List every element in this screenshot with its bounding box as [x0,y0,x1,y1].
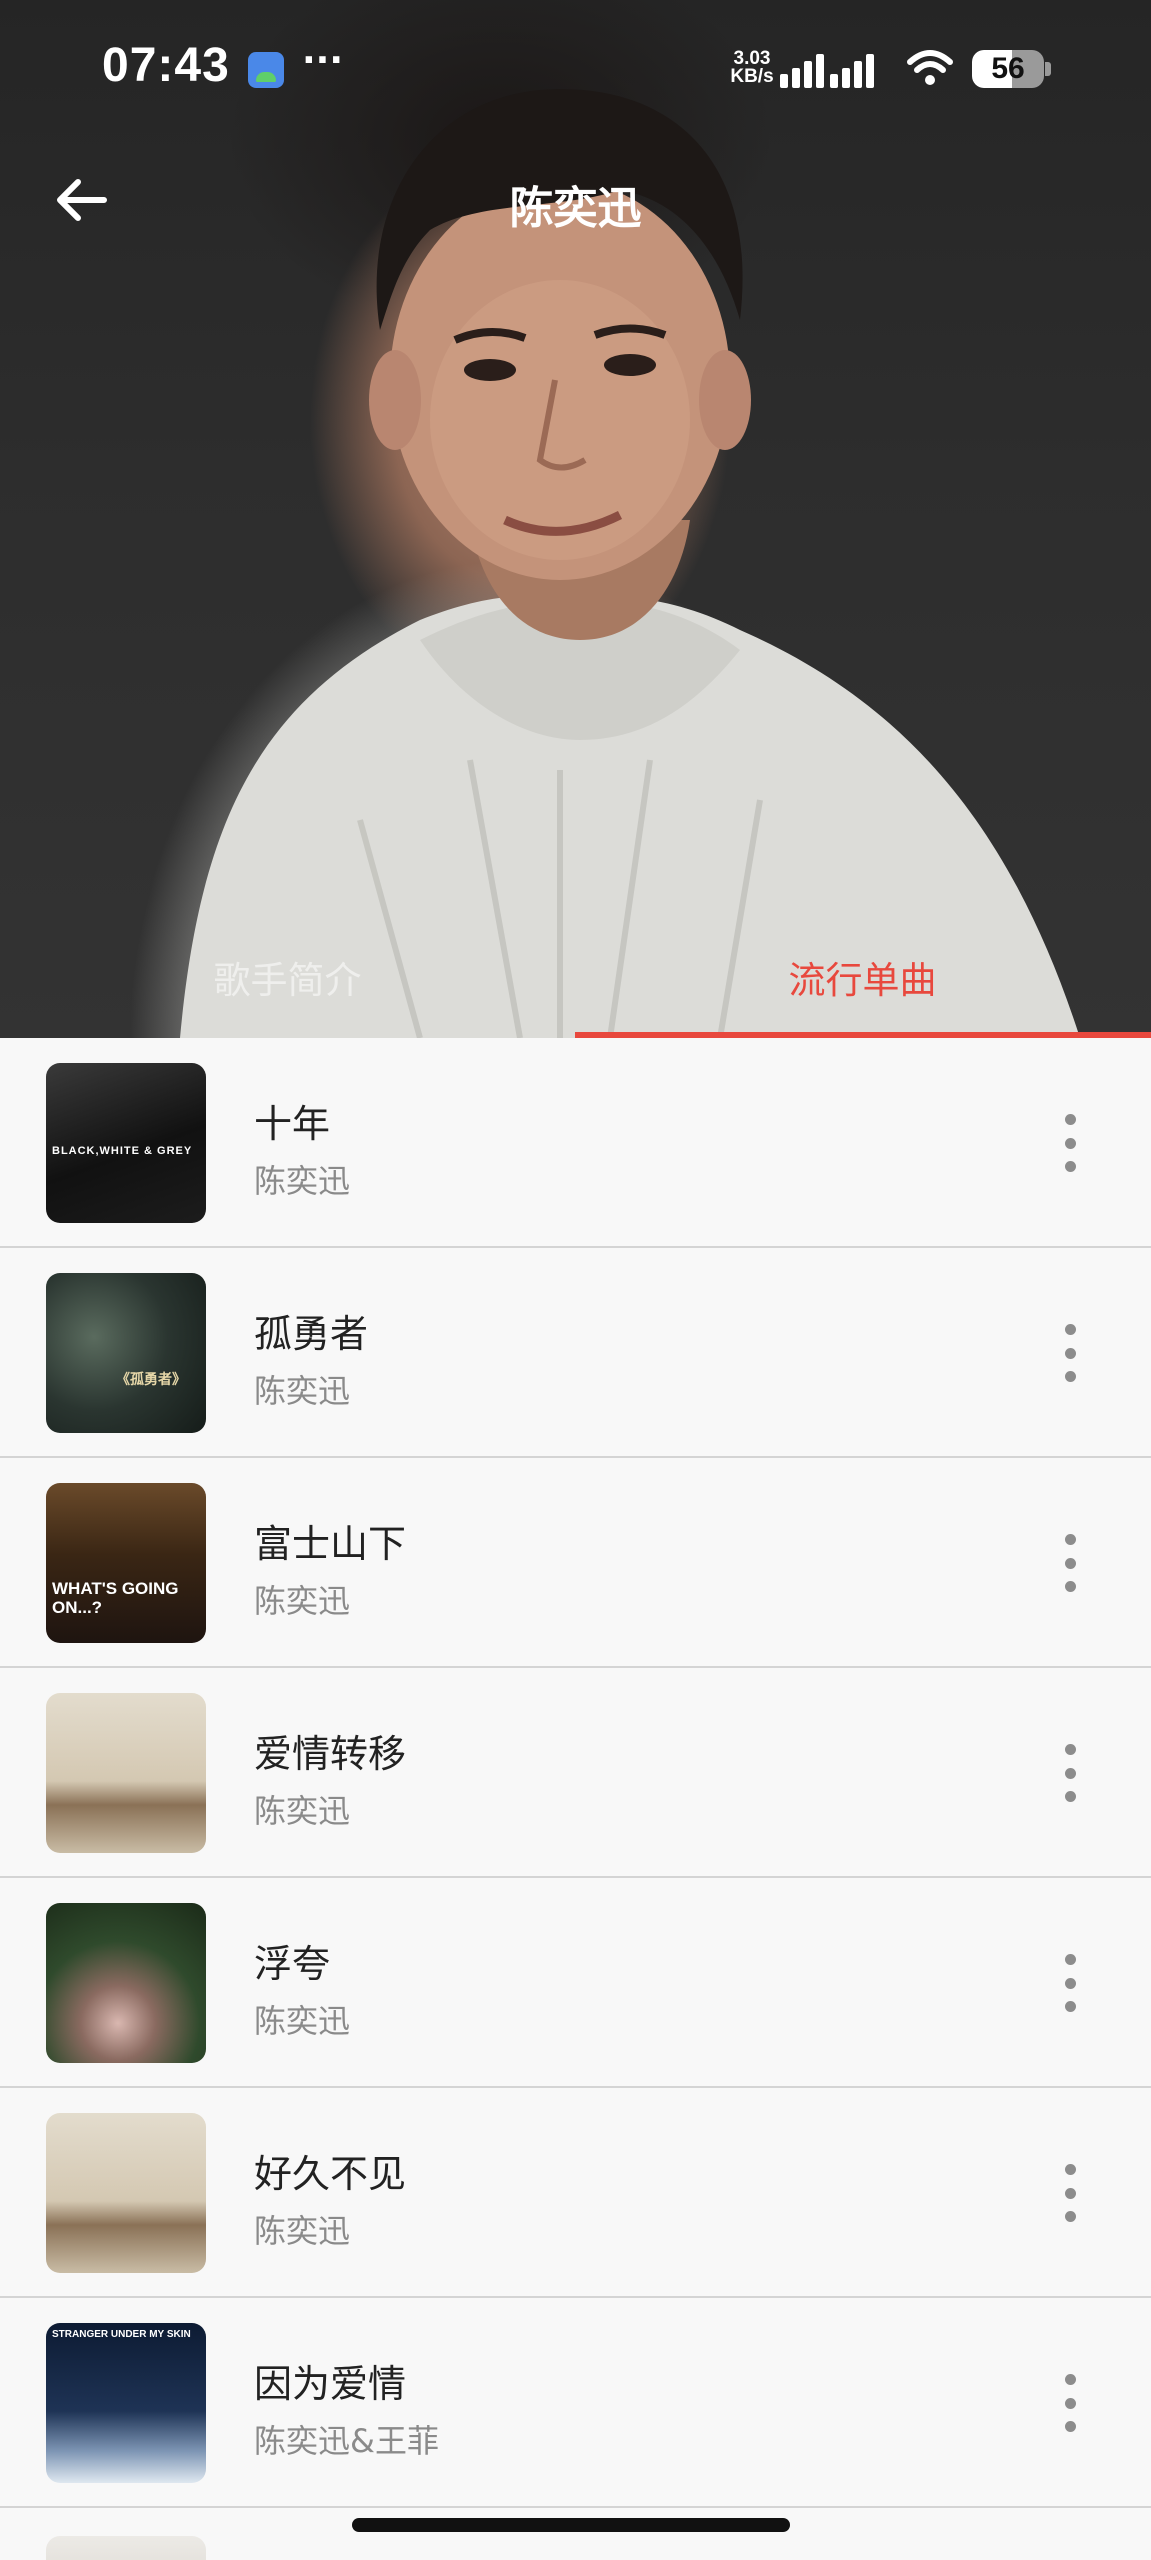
song-title: 因为爱情 [254,2362,407,2406]
home-indicator[interactable] [352,2518,790,2532]
album-cover-text: STRANGER UNDER MY SKIN [52,2329,191,2340]
song-title: 爱情转移 [254,1732,407,1776]
song-artist: 陈奕迅 [254,2212,351,2250]
album-cover [46,2536,206,2560]
album-cover [46,1903,206,2063]
song-title: 十年 [254,1102,331,1146]
artist-hero: 07:43 ··· 3.03 KB/s 56 陈奕迅 歌手简介 流行单曲 [0,0,1151,1038]
song-row[interactable]: STRANGER UNDER MY SKIN 因为爱情 陈奕迅&王菲 [0,2298,1151,2508]
status-bar: 07:43 ··· 3.03 KB/s 56 [0,0,1151,140]
song-row[interactable]: 浮夸 陈奕迅 [0,1878,1151,2088]
artist-photo [180,89,1080,1038]
network-speed: 3.03 KB/s [724,49,780,87]
battery-icon: 56 [972,50,1044,88]
song-artist: 陈奕迅&王菲 [254,2422,439,2460]
song-title: 孤勇者 [254,1312,369,1356]
song-list: BLACK,WHITE & GREY 十年 陈奕迅 《孤勇者》 孤勇者 陈奕迅 … [0,1038,1151,2560]
album-cover: WHAT'S GOING ON...? [46,1483,206,1643]
song-row[interactable]: WHAT'S GOING ON...? 富士山下 陈奕迅 [0,1458,1151,1668]
song-row[interactable]: 爱情转移 陈奕迅 [0,1668,1151,1878]
page-title: 陈奕迅 [509,183,642,234]
wifi-icon [907,50,953,85]
song-row[interactable]: 好久不见 陈奕迅 [0,2088,1151,2298]
song-artist: 陈奕迅 [254,1162,351,1200]
album-cover: STRANGER UNDER MY SKIN [46,2323,206,2483]
song-artist: 陈奕迅 [254,2002,351,2040]
battery-level: 56 [991,52,1025,85]
song-row[interactable]: BLACK,WHITE & GREY 十年 陈奕迅 [0,1038,1151,1248]
song-artist: 陈奕迅 [254,1372,351,1410]
more-options-icon[interactable] [1050,2158,1090,2228]
status-time: 07:43 [102,39,230,92]
network-speed-unit: KB/s [730,66,774,87]
song-row-partial[interactable] [0,2508,1151,2560]
album-cover [46,2113,206,2273]
battery-cap [1045,62,1051,76]
song-row[interactable]: 《孤勇者》 孤勇者 陈奕迅 [0,1248,1151,1458]
album-cover [46,1693,206,1853]
tab-artist-bio[interactable]: 歌手简介 [0,940,575,1038]
album-cover: BLACK,WHITE & GREY [46,1063,206,1223]
more-options-icon[interactable] [1050,1528,1090,1598]
song-title: 富士山下 [254,1522,407,1566]
notification-app-icon [248,52,284,88]
song-artist: 陈奕迅 [254,1582,351,1620]
album-cover-text: BLACK,WHITE & GREY [52,1145,193,1157]
album-cover-text: WHAT'S GOING ON...? [52,1579,179,1617]
more-notifications-icon: ··· [302,40,344,81]
album-cover-text: 《孤勇者》 [116,1371,186,1387]
more-options-icon[interactable] [1050,2368,1090,2438]
tab-popular-songs[interactable]: 流行单曲 [575,940,1150,1038]
more-options-icon[interactable] [1050,1738,1090,1808]
song-artist: 陈奕迅 [254,1792,351,1830]
album-cover: 《孤勇者》 [46,1273,206,1433]
song-title: 浮夸 [254,1942,331,1986]
cellular-signal-icon [780,52,824,88]
more-options-icon[interactable] [1050,1318,1090,1388]
more-options-icon[interactable] [1050,1948,1090,2018]
cellular-signal-2-icon [830,52,874,88]
tab-bar: 歌手简介 流行单曲 [0,940,1151,1038]
song-title: 好久不见 [254,2152,407,2196]
more-options-icon[interactable] [1050,1108,1090,1178]
